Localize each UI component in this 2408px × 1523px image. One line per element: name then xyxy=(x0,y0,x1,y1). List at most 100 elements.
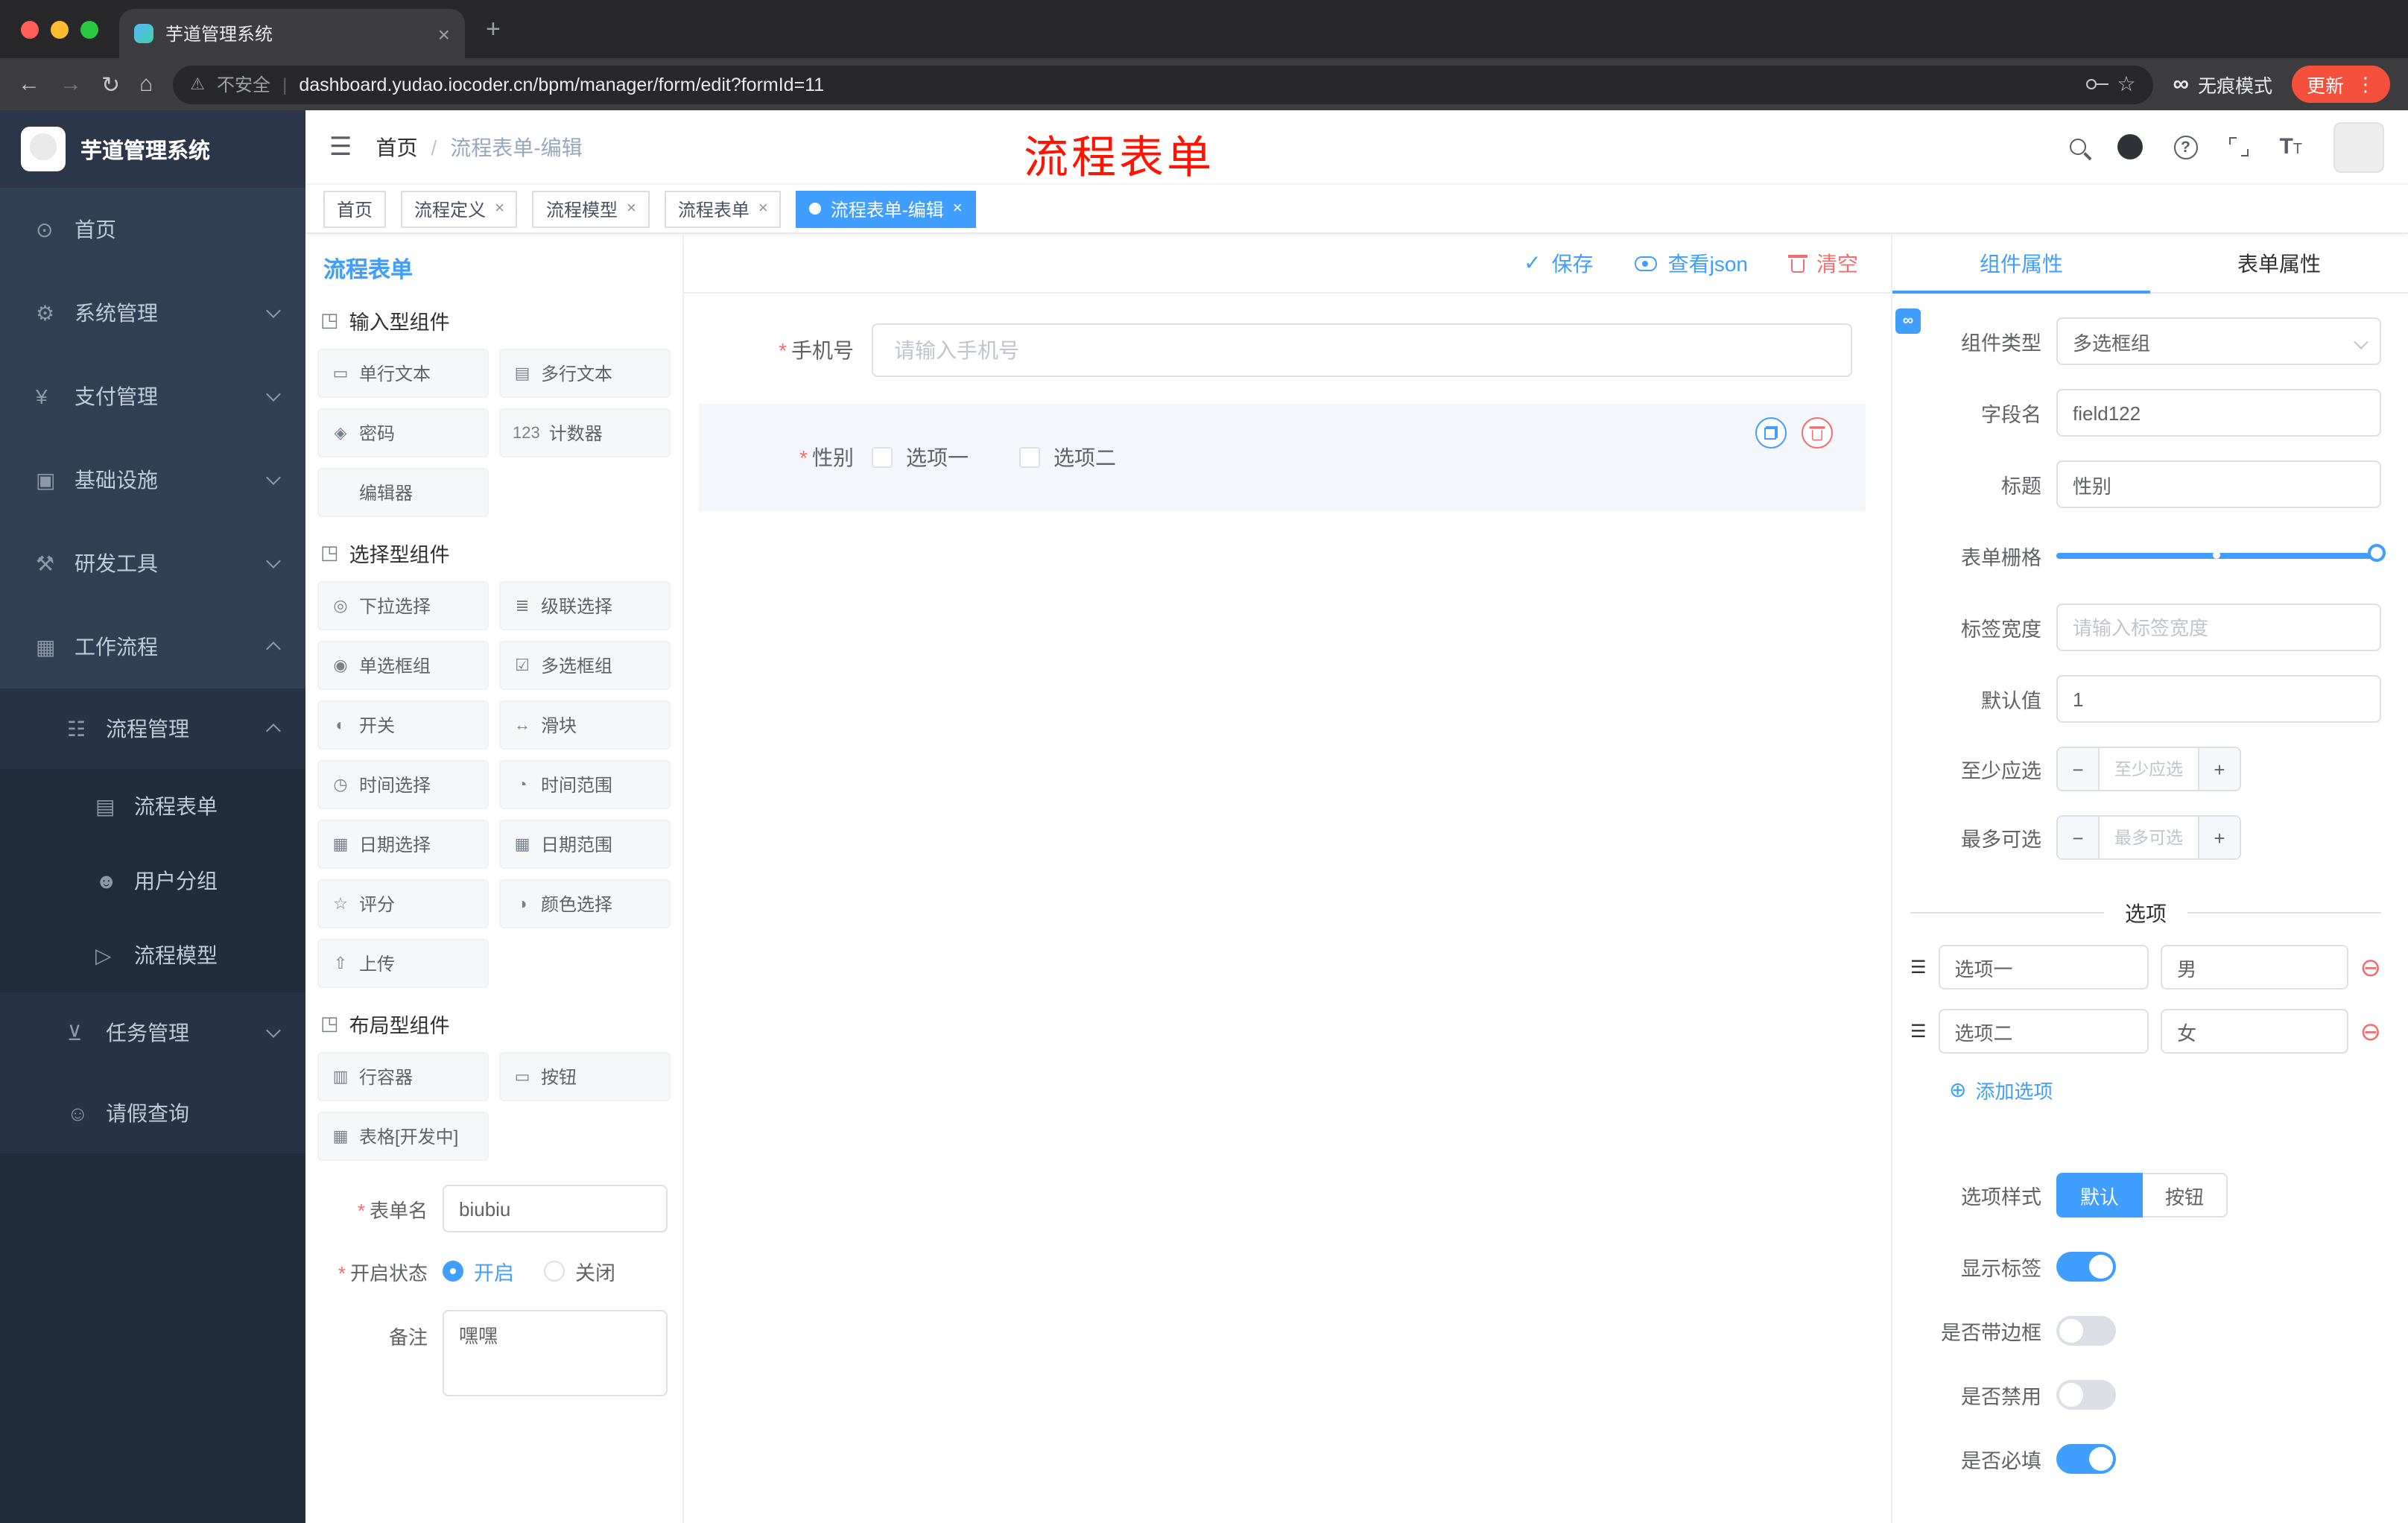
increment-button[interactable]: + xyxy=(2198,817,2240,858)
drag-handle-icon[interactable]: ☰ xyxy=(1910,1021,1927,1042)
back-button[interactable]: ← xyxy=(18,72,40,97)
checkbox-box[interactable] xyxy=(872,447,893,468)
status-off-radio[interactable]: 关闭 xyxy=(544,1256,615,1286)
gender-field-row-selected[interactable]: * 性别 选项一 选项二 xyxy=(699,404,1866,511)
tag-home[interactable]: 首页 xyxy=(323,190,387,227)
font-size-icon[interactable]: TT xyxy=(2279,134,2302,159)
field-name-input[interactable] xyxy=(2056,389,2381,437)
sidebar-item-process-form[interactable]: ▤ 流程表单 xyxy=(0,769,305,843)
disabled-toggle[interactable] xyxy=(2056,1380,2116,1410)
decrement-button[interactable]: − xyxy=(2058,817,2100,858)
palette-item-row-container[interactable]: ▥ 行容器 xyxy=(317,1052,489,1101)
palette-item-password[interactable]: ◈ 密码 xyxy=(317,408,489,457)
sidebar-item-user-group[interactable]: ☻ 用户分组 xyxy=(0,843,305,918)
required-toggle[interactable] xyxy=(2056,1444,2116,1474)
palette-item-time-range[interactable]: ◔ 时间范围 xyxy=(499,760,671,809)
palette-item-rate[interactable]: ☆ 评分 xyxy=(317,879,489,928)
gender-option2-checkbox[interactable]: 选项二 xyxy=(1019,443,1116,472)
palette-item-switch[interactable]: ◐ 开关 xyxy=(317,700,489,750)
gender-option1-checkbox[interactable]: 选项一 xyxy=(872,443,969,472)
palette-item-dropdown[interactable]: ◎ 下拉选择 xyxy=(317,581,489,630)
palette-item-checkbox-group[interactable]: ☑ 多选框组 xyxy=(499,641,671,690)
min-select-value[interactable]: 至少应选 xyxy=(2100,748,2198,790)
palette-item-editor[interactable]: 编辑器 xyxy=(317,468,489,517)
password-key-icon[interactable] xyxy=(2085,79,2108,89)
show-label-toggle[interactable] xyxy=(2056,1252,2116,1282)
palette-item-date-picker[interactable]: ▦ 日期选择 xyxy=(317,820,489,869)
sidebar-item-process-management[interactable]: ☷ 流程管理 xyxy=(0,688,305,769)
option-value-input[interactable] xyxy=(2161,1009,2348,1054)
title-input[interactable] xyxy=(2056,460,2381,508)
form-name-input[interactable] xyxy=(443,1185,668,1232)
sidebar-item-payment[interactable]: ¥ 支付管理 xyxy=(0,355,305,438)
delete-field-button[interactable] xyxy=(1802,417,1833,449)
close-icon[interactable]: × xyxy=(495,200,504,218)
sidebar-item-infrastructure[interactable]: ▣ 基础设施 xyxy=(0,438,305,522)
sidebar-item-task-management[interactable]: ⊻ 任务管理 xyxy=(0,992,305,1073)
phone-field-row[interactable]: * 手机号 xyxy=(699,323,1852,377)
browser-tab[interactable]: 芋道管理系统 × xyxy=(119,9,465,58)
palette-item-date-range[interactable]: ▦ 日期范围 xyxy=(499,820,671,869)
tab-component-props[interactable]: 组件属性 xyxy=(1892,234,2150,294)
remove-option-icon[interactable]: ⊖ xyxy=(2360,954,2382,980)
tag-process-model[interactable]: 流程模型 × xyxy=(532,190,650,227)
tab-form-props[interactable]: 表单属性 xyxy=(2150,234,2408,292)
sidebar-item-devtools[interactable]: ⚒ 研发工具 xyxy=(0,522,305,605)
help-icon[interactable]: ? xyxy=(2173,135,2198,159)
sidebar-logo[interactable]: 芋道管理系统 xyxy=(0,110,305,188)
palette-item-time-picker[interactable]: ◷ 时间选择 xyxy=(317,760,489,809)
decrement-button[interactable]: − xyxy=(2058,748,2100,790)
zoom-window-button[interactable] xyxy=(80,20,98,38)
palette-item-table[interactable]: ▦ 表格[开发中] xyxy=(317,1112,489,1161)
fullscreen-icon[interactable] xyxy=(2228,137,2249,156)
option-name-input[interactable] xyxy=(1938,945,2149,990)
duplicate-field-button[interactable] xyxy=(1755,417,1787,449)
sidebar-item-system[interactable]: ⚙ 系统管理 xyxy=(0,271,305,355)
browser-update-button[interactable]: 更新 ⋮ xyxy=(2291,66,2390,103)
breadcrumb-home[interactable]: 首页 xyxy=(376,132,418,162)
increment-button[interactable]: + xyxy=(2198,748,2240,790)
component-type-select[interactable] xyxy=(2056,317,2381,365)
user-avatar[interactable] xyxy=(2333,121,2384,172)
sidebar-item-leave-query[interactable]: ☺ 请假查询 xyxy=(0,1073,305,1153)
forward-button[interactable]: → xyxy=(60,72,82,97)
sidebar-item-home[interactable]: ⊙ 首页 xyxy=(0,188,305,271)
search-icon[interactable] xyxy=(2069,139,2086,155)
link-icon[interactable]: ∞ xyxy=(1895,308,1921,334)
max-select-value[interactable]: 最多可选 xyxy=(2100,817,2198,858)
tag-process-definition[interactable]: 流程定义 × xyxy=(401,190,518,227)
palette-item-single-text[interactable]: ▭ 单行文本 xyxy=(317,349,489,398)
new-tab-button[interactable]: + xyxy=(486,16,501,42)
palette-item-radio-group[interactable]: ◉ 单选框组 xyxy=(317,641,489,690)
palette-item-slider[interactable]: ↔ 滑块 xyxy=(499,700,671,750)
slider-track[interactable] xyxy=(2056,544,2386,562)
tag-process-form-edit[interactable]: 流程表单-编辑 × xyxy=(796,190,976,227)
palette-item-multi-text[interactable]: ▤ 多行文本 xyxy=(499,349,671,398)
option-name-input[interactable] xyxy=(1938,1009,2149,1054)
tag-process-form[interactable]: 流程表单 × xyxy=(664,190,782,227)
security-label[interactable]: 不安全 xyxy=(217,72,270,97)
close-icon[interactable]: × xyxy=(627,200,636,218)
label-width-input[interactable] xyxy=(2056,604,2381,651)
grid-slider[interactable] xyxy=(2056,532,2386,580)
palette-item-upload[interactable]: ⇧ 上传 xyxy=(317,939,489,988)
github-icon[interactable] xyxy=(2117,134,2143,159)
close-icon[interactable]: × xyxy=(953,200,963,218)
checkbox-box[interactable] xyxy=(1019,447,1040,468)
palette-item-color-picker[interactable]: ◑ 颜色选择 xyxy=(499,879,671,928)
close-window-button[interactable] xyxy=(21,20,39,38)
slider-handle[interactable] xyxy=(2368,544,2386,562)
home-button[interactable]: ⌂ xyxy=(139,72,153,97)
palette-item-button[interactable]: ▭ 按钮 xyxy=(499,1052,671,1101)
sidebar-item-workflow[interactable]: ▦ 工作流程 xyxy=(0,605,305,688)
sidebar-item-process-model[interactable]: ▷ 流程模型 xyxy=(0,918,305,992)
close-tab-icon[interactable]: × xyxy=(438,22,450,45)
style-button-button[interactable]: 按钮 xyxy=(2143,1173,2228,1218)
default-value-input[interactable] xyxy=(2056,675,2381,723)
remove-option-icon[interactable]: ⊖ xyxy=(2360,1019,2382,1044)
drag-handle-icon[interactable]: ☰ xyxy=(1910,957,1927,978)
form-remark-textarea[interactable]: 嘿嘿 xyxy=(443,1310,668,1396)
clear-button[interactable]: 清空 xyxy=(1788,248,1858,278)
close-icon[interactable]: × xyxy=(758,200,768,218)
status-on-radio[interactable]: 开启 xyxy=(443,1256,514,1286)
